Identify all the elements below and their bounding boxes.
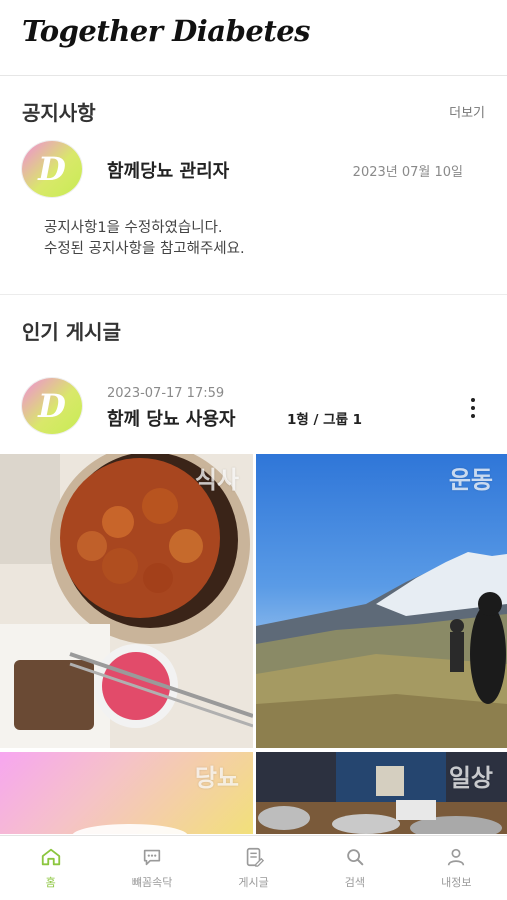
tile-label: 당뇨 [194,764,239,792]
user-icon [448,848,465,866]
app-header: Together Diabetes [0,0,507,76]
nav-label: 내정보 [441,876,472,889]
avatar-logo-letter: D [38,387,66,425]
post-icon [246,847,264,867]
tile-glucose[interactable]: 당뇨 [0,752,253,834]
tile-label: 운동 [448,466,493,494]
tile-meal[interactable]: 식사 [0,454,253,748]
notice-section-title: 공지사항 [22,101,96,125]
nav-label: 홈 [45,876,56,889]
notice-body-line: 수정된 공지사항을 참고해주세요. [44,241,245,257]
app-title: Together Diabetes [22,14,311,48]
nav-home[interactable]: 홈 [0,836,101,900]
more-options-icon[interactable] [462,396,484,420]
notice-body[interactable]: 공지사항1을 수정하였습니다. 수정된 공지사항을 참고해주세요. [44,218,245,260]
notice-date: 2023년 07월 10일 [352,165,463,180]
notice-author[interactable]: 함께당뇨 관리자 [107,157,229,183]
bottom-navigation: 홈 뺴꼼속닥 게시글 검색 내정보 [0,835,507,900]
tile-daily[interactable]: 일상 [256,752,507,834]
post-timestamp: 2023-07-17 17:59 [107,386,225,401]
popular-section-title: 인기 게시글 [22,320,121,344]
more-button[interactable]: 더보기 [449,102,485,121]
exercise-photo [256,552,507,748]
notice-body-line: 공지사항1을 수정하였습니다. [44,220,223,236]
post-author[interactable]: 함께 당뇨 사용자 [107,405,235,431]
nav-posts[interactable]: 게시글 [203,836,304,900]
admin-avatar: D [22,141,82,197]
avatar-logo-letter: D [38,150,66,188]
nav-label: 검색 [344,876,366,889]
user-avatar[interactable]: D [22,378,82,434]
nav-label: 게시글 [238,876,269,889]
chat-icon [143,849,161,866]
post-group: 1형 / 그룹 1 [287,412,363,428]
meal-photo [0,454,253,748]
search-icon [347,849,364,866]
nav-profile[interactable]: 내정보 [406,836,507,900]
nav-search[interactable]: 검색 [304,836,405,900]
tile-label: 일상 [448,764,493,792]
notice-section: 공지사항 더보기 D 함께당뇨 관리자 2023년 07월 10일 공지사항1을… [0,77,507,295]
nav-chat[interactable]: 뺴꼼속닥 [101,836,202,900]
home-icon [41,848,60,866]
nav-label: 뺴꼼속닥 [131,876,173,889]
tile-label: 식사 [194,466,239,494]
tile-exercise[interactable]: 운동 [256,454,507,748]
